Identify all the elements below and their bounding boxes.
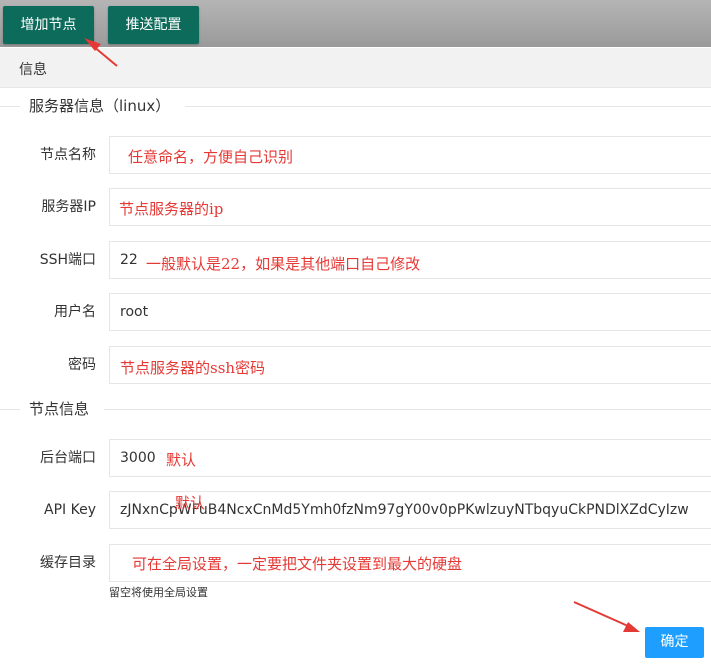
server-info-legend: 服务器信息（linux） <box>0 96 711 116</box>
tab-bar: 信息 <box>0 48 711 88</box>
node-info-legend: 节点信息 <box>0 399 711 419</box>
annotation-cache-dir: 可在全局设置，一定要把文件夹设置到最大的硬盘 <box>132 555 463 573</box>
top-toolbar: 增加节点 推送配置 <box>0 0 711 47</box>
node-info-title: 节点信息 <box>29 400 90 418</box>
server-info-title: 服务器信息（linux） <box>29 97 171 115</box>
password-label: 密码 <box>68 357 96 373</box>
username-input[interactable] <box>109 293 711 331</box>
annotation-server-ip: 节点服务器的ip <box>119 200 224 218</box>
backend-port-input[interactable] <box>109 439 711 477</box>
annotation-password: 节点服务器的ssh密码 <box>120 359 266 377</box>
node-name-label: 节点名称 <box>40 147 96 163</box>
annotation-backend-port: 默认 <box>166 451 197 469</box>
add-node-button[interactable]: 增加节点 <box>3 6 94 44</box>
annotation-api-key: 默认 <box>175 494 206 512</box>
username-label: 用户名 <box>54 304 96 320</box>
ssh-port-label: SSH端口 <box>39 252 96 268</box>
backend-port-label: 后台端口 <box>40 450 96 466</box>
api-key-label: API Key <box>44 502 96 518</box>
confirm-button[interactable]: 确定 <box>645 627 704 658</box>
annotation-node-name: 任意命名，方便自己识别 <box>128 148 294 166</box>
cache-dir-label: 缓存目录 <box>40 555 96 571</box>
cache-dir-hint: 留空将使用全局设置 <box>109 586 208 599</box>
push-config-button[interactable]: 推送配置 <box>108 6 199 44</box>
tab-info[interactable]: 信息 <box>19 59 47 79</box>
server-ip-label: 服务器IP <box>41 199 96 215</box>
annotation-ssh-port: 一般默认是22，如果是其他端口自己修改 <box>146 255 421 273</box>
